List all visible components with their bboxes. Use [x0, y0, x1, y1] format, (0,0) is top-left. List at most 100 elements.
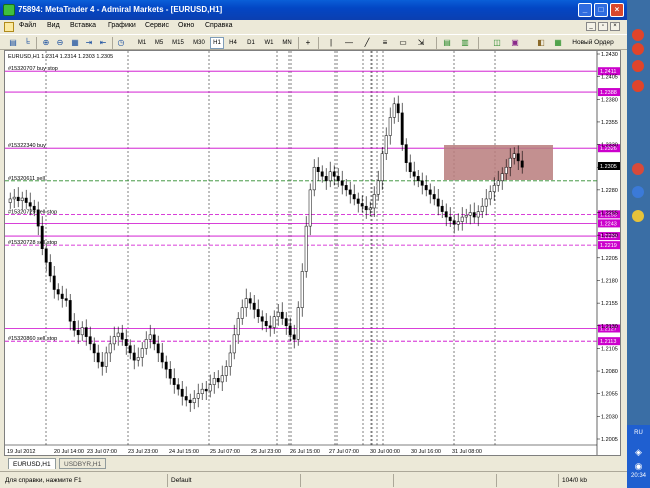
text-label-icon[interactable]: ▭ — [398, 38, 408, 48]
new-order-button[interactable]: Новый Ордер — [564, 37, 622, 49]
candle-body — [332, 171, 336, 177]
date-tick-label: 27 Jul 07:00 — [329, 449, 359, 455]
price-tick-label: 1.2080 — [601, 369, 618, 375]
candle-body — [472, 212, 476, 218]
candle-body — [96, 352, 100, 363]
timeframe-m1[interactable]: M1 — [134, 37, 150, 49]
order-label: #15320860 sell stop — [8, 336, 57, 342]
close-button[interactable]: × — [610, 3, 624, 17]
zoom-in-icon[interactable]: ⊕ — [41, 38, 51, 48]
candle-body — [276, 311, 280, 317]
candle-body — [388, 117, 392, 136]
date-tick-label: 20 Jul 14:00 — [54, 449, 84, 455]
arrow-tools-icon[interactable]: ⇲ — [416, 38, 426, 48]
trendline-icon[interactable]: ╱ — [362, 38, 372, 48]
crosshair-icon[interactable]: + — [303, 38, 313, 48]
clock: 20:34 — [630, 473, 646, 479]
vertical-line-icon[interactable]: | — [326, 38, 336, 48]
price-chart[interactable]: #15320707 buy stop 1.24111.2388#15322340 … — [5, 51, 620, 455]
new-chart-icon[interactable]: ▤ — [8, 38, 18, 48]
indicators-icon[interactable]: ▤ — [442, 38, 452, 48]
menu-window[interactable]: Окно — [178, 22, 194, 29]
candle-body — [512, 153, 516, 159]
timeframe-h4[interactable]: H4 — [226, 37, 240, 49]
terminal-icon[interactable]: ▣ — [510, 38, 520, 48]
timeframe-h1[interactable]: H1 — [210, 37, 224, 49]
candle-body — [268, 325, 272, 328]
candle-body — [376, 180, 380, 195]
chart-area[interactable]: #15320707 buy stop 1.2411 1.2388 #15322340 … — [4, 50, 621, 456]
tile-windows-icon[interactable]: ▦ — [70, 38, 80, 48]
candle-body — [460, 216, 464, 222]
price-tick-label: 1.2130 — [601, 324, 618, 330]
candle-body — [284, 318, 288, 327]
tab-eurusd-h1[interactable]: EURUSD,H1 — [8, 458, 56, 469]
minimize-button[interactable]: _ — [578, 3, 592, 17]
desktop-app-icon[interactable] — [632, 210, 644, 222]
timeframe-w1[interactable]: W1 — [262, 37, 276, 49]
timeframe-mn[interactable]: MN — [279, 37, 295, 49]
price-tick-label: 1.2055 — [601, 392, 618, 398]
candle-body — [412, 171, 416, 177]
market-watch-icon[interactable]: ◧ — [536, 38, 546, 48]
templates-icon[interactable]: ▥ — [460, 38, 470, 48]
current-price-label: 1.2305 — [600, 164, 617, 170]
date-tick-label: 24 Jul 15:00 — [169, 449, 199, 455]
order-price-tag-label: 1.2219 — [600, 243, 617, 249]
status-profile: Default — [167, 474, 297, 487]
chart-shift-icon[interactable]: ⇤ — [98, 38, 108, 48]
candle-body — [144, 339, 148, 349]
tray-icon[interactable]: ◈ — [627, 447, 650, 458]
chart-type-icon[interactable]: ╘ — [22, 38, 32, 48]
candle-body — [80, 327, 84, 336]
navigator-icon[interactable]: ◫ — [492, 38, 502, 48]
price-tick-label: 1.2405 — [601, 75, 618, 81]
timeframe-d1[interactable]: D1 — [244, 37, 258, 49]
zoom-out-icon[interactable]: ⊖ — [55, 38, 65, 48]
menu-tools[interactable]: Сервис — [145, 22, 169, 29]
language-indicator[interactable]: RU — [627, 430, 650, 436]
timeframe-m15[interactable]: M15 — [168, 37, 188, 49]
candle-body — [520, 160, 524, 168]
menu-file[interactable]: Файл — [19, 22, 36, 29]
order-price-tag-label: 1.2243 — [600, 221, 617, 227]
candle-body — [48, 262, 52, 277]
mdi-restore-button[interactable]: ▫ — [598, 22, 608, 31]
menu-insert[interactable]: Вставка — [70, 22, 96, 29]
menu-help[interactable]: Справка — [205, 22, 232, 29]
desktop-app-icon[interactable] — [632, 80, 644, 92]
menu-view[interactable]: Вид — [47, 22, 60, 29]
candle-body — [452, 220, 456, 225]
menu-charts[interactable]: Графики — [108, 22, 136, 29]
volume-icon[interactable]: ◉ — [627, 461, 650, 472]
timeframe-m5[interactable]: M5 — [151, 37, 167, 49]
candle-body — [216, 378, 220, 383]
mdi-close-button[interactable]: × — [610, 22, 620, 31]
candle-body — [240, 307, 244, 319]
order-label: #15320707 buy stop — [8, 66, 58, 72]
new-order-icon: ▦ — [554, 38, 562, 47]
chart-window-icon[interactable] — [4, 22, 14, 32]
desktop-app-icon[interactable] — [632, 29, 644, 41]
desktop-app-icon[interactable] — [632, 186, 644, 198]
desktop-app-icon[interactable] — [632, 60, 644, 72]
autoscroll-icon[interactable]: ⇥ — [84, 38, 94, 48]
maximize-button[interactable]: □ — [594, 3, 608, 17]
candle-body — [476, 211, 480, 218]
candle-body — [68, 300, 72, 322]
candle-body — [64, 298, 68, 301]
candle-body — [416, 176, 420, 182]
chart-tabs: EURUSD,H1 USDBYR,H1 — [4, 457, 621, 470]
tab-usdbyr-h1[interactable]: USDBYR,H1 — [59, 458, 107, 469]
mdi-minimize-button[interactable]: _ — [586, 22, 596, 31]
status-help: Для справки, нажмите F1 — [5, 477, 82, 484]
desktop-app-icon[interactable] — [632, 43, 644, 55]
order-price-tag-label: 1.2388 — [600, 90, 617, 96]
candle-body — [464, 214, 468, 218]
period-icon[interactable]: ◷ — [116, 38, 126, 48]
channel-icon[interactable]: ≡ — [380, 38, 390, 48]
desktop-app-icon[interactable] — [632, 163, 644, 175]
timeframe-m30[interactable]: M30 — [189, 37, 209, 49]
candle-body — [408, 162, 412, 173]
horizontal-line-icon[interactable]: — — [344, 38, 354, 48]
